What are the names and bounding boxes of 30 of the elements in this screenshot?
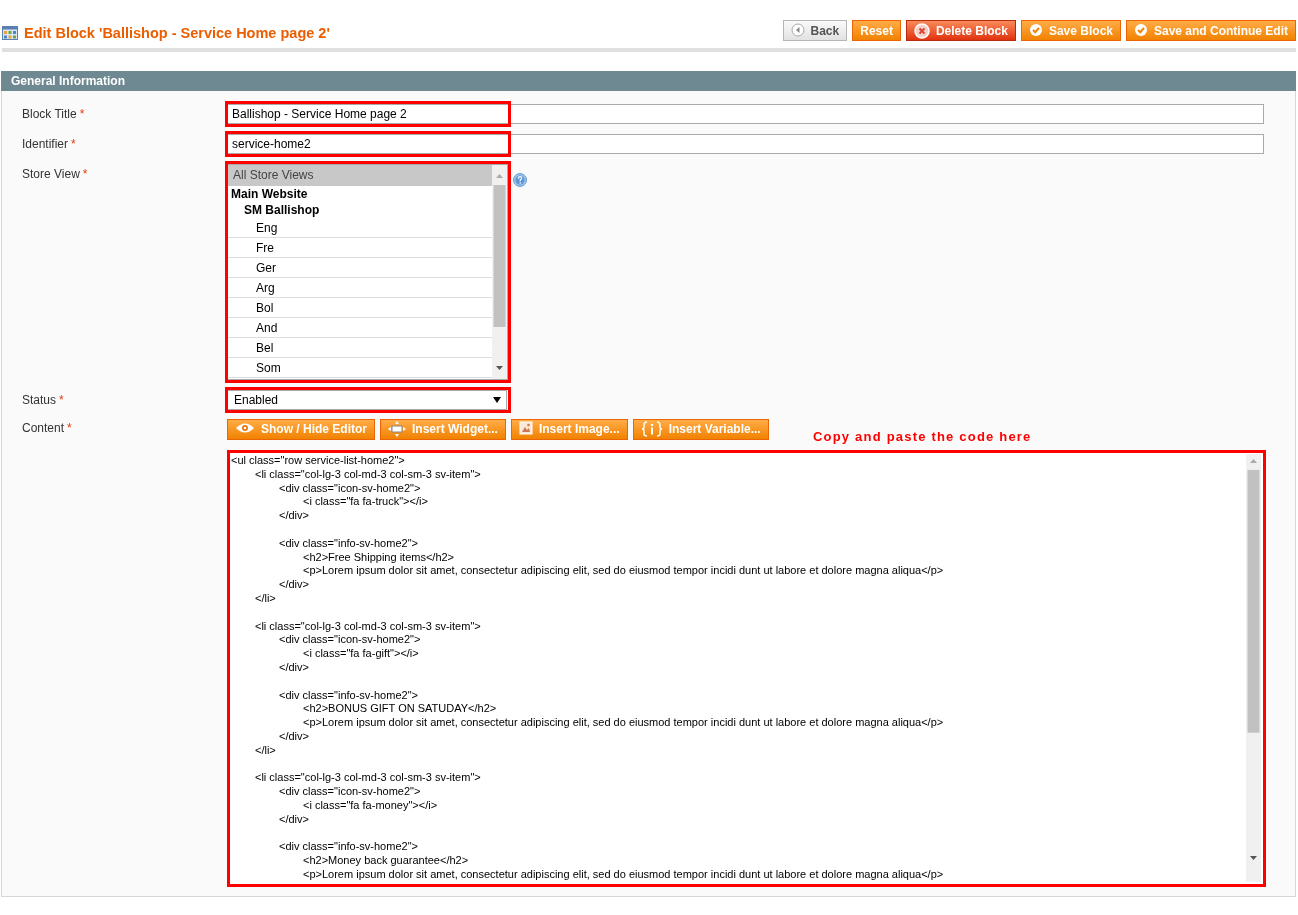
store-option[interactable]: And <box>228 318 492 338</box>
field-label: Identifier <box>22 137 69 151</box>
field-label: Block Title <box>22 107 77 121</box>
required-mark: * <box>71 137 76 151</box>
field-label: Status <box>22 393 57 407</box>
store-option[interactable]: Ger <box>228 258 492 278</box>
page-title: Edit Block 'Ballishop - Service Home page 2' <box>24 24 330 42</box>
required-mark: * <box>59 393 64 407</box>
store-option[interactable]: Som <box>228 358 492 378</box>
store-option[interactable]: Eng <box>228 218 492 238</box>
status-select[interactable]: Enabled <box>227 390 507 410</box>
required-mark: * <box>67 421 72 435</box>
store-option[interactable]: Arg <box>228 278 492 298</box>
store-option[interactable]: Fre <box>228 238 492 258</box>
text-field[interactable]: service-home2 <box>227 134 1264 154</box>
field-label: Store View <box>22 167 80 181</box>
store-option[interactable]: All Store Views <box>228 165 492 186</box>
field-label: Content <box>22 421 65 435</box>
section-title: General Information <box>11 74 126 88</box>
store-view-list[interactable]: All Store Views Main Website SM Ballishop Eng Fre Ger Arg Bol And Bel Som <box>227 164 508 380</box>
back-button[interactable]: Back <box>782 20 848 41</box>
required-mark: * <box>82 167 88 181</box>
annotation-text: Copy and paste the code here <box>813 429 1032 444</box>
store-option[interactable]: Bol <box>228 298 492 318</box>
option-group-label: SM Ballishop <box>243 202 321 218</box>
option-group-label: Main Website <box>230 186 309 202</box>
required-mark: * <box>79 107 85 121</box>
text-field[interactable]: Ballishop - Service Home page 2 <box>227 104 1264 124</box>
store-option[interactable]: Bel <box>228 338 492 358</box>
code-text: <ul class="row service-list-home2"> <li class="col-lg-3 col-md-3 col-sm-3 sv-item"> <div class="icon-sv-home2"> <i class="fa fa-truck"></i> </div> <div class="info-sv-home2"> <h2>Free Shipping items</h2> <p>Lorem ipsum dolor sit amet, consectetur adipiscing elit, sed do eiusmod tempor incidi dunt ut labore et dolore magna aliqua</p> </div> </li> <li class="col-lg-3 col-md-3 col-sm-3 sv-item"> <div class="icon-sv-home2"> <i class="fa fa-gift"></i> </div> <div class="info-sv-home2"> <h2>BONUS GIFT ON SATUDAY</h2> <p>Lorem ipsum dolor sit amet, consectetur adipiscing elit, sed do eiusmod tempor incidi dunt ut labore et dolore magna aliqua</p> </div> </li> <li class="col-lg-3 col-md-3 col-sm-3 sv-item"> <div class="icon-sv-home2"> <i class="fa fa-money"></i> </div> <div class="info-sv-home2"> <h2>Money back guarantee</h2> <p>Lorem ipsum dolor sit amet, consectetur adipiscing elit, sed do eiusmod tempor incidi dunt ut labore et dolore magna aliqua</p> <box>230 454 945 882</box>
